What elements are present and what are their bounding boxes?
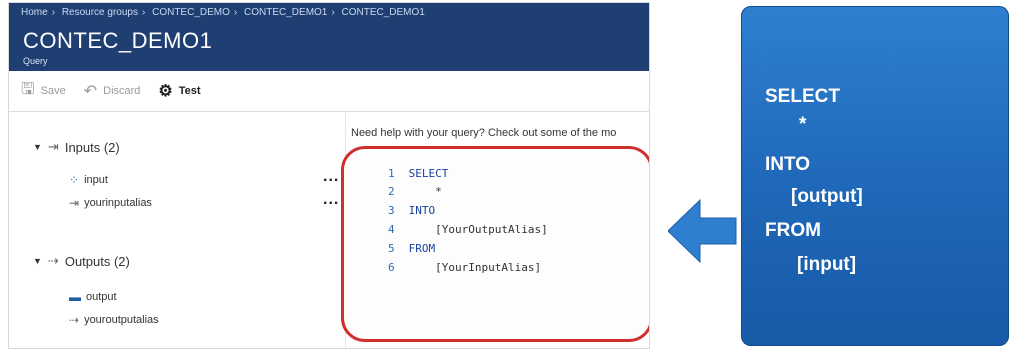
storage-output-icon: ▬ [69,290,81,304]
line-number: 6 [388,261,395,274]
outputs-label: Outputs (2) [64,253,130,269]
breadcrumb-current: CONTEC_DEMO1 [341,7,425,18]
input-more-menu[interactable]: ... [323,168,339,186]
line-number: 4 [388,223,395,236]
card-input: [input] [797,254,857,275]
line-number: 2 [388,185,395,198]
page-title: CONTEC_DEMO1 [23,28,213,53]
help-text[interactable]: Need help with your query? Check out som… [351,127,616,139]
test-button[interactable]: ⚙ Test [158,81,200,101]
discard-icon: ↶ [83,83,98,100]
arrow-left-icon [668,198,737,264]
page-subtitle: Query [23,56,48,66]
code-line: 3 INTO [388,204,435,217]
line-number: 3 [388,204,395,217]
save-button[interactable]: 🖫 Save [21,78,66,105]
input-alias-name: yourinputalias [84,197,152,209]
breadcrumb-home[interactable]: Home [21,7,48,18]
header-bar: Home › Resource groups › CONTEC_DEMO › CONT… [9,3,649,71]
input-item-input[interactable]: ⁘ input [69,173,108,187]
stream-input-icon: ⁘ [69,173,80,187]
code-line: 2 * [388,185,442,198]
output-alias-name: youroutputalias [84,314,159,326]
line-number: 5 [388,242,395,255]
card-star: * [799,114,807,135]
outputs-icon: ⇢ [47,253,59,268]
breadcrumb: Home › Resource groups › CONTEC_DEMO › CONT… [21,7,425,18]
code-text: [YourInputAlias] [408,261,542,274]
output-item-alias[interactable]: ⇢ youroutputalias [69,313,159,327]
save-icon: 🖫 [21,80,35,98]
inputs-group[interactable]: ▼ ⇥ Inputs (2) [33,139,120,155]
code-text: INTO [408,204,436,217]
discard-label: Discard [103,85,141,97]
chevron-down-icon: ▼ [33,256,42,266]
inputs-label: Inputs (2) [64,139,120,155]
inputs-icon: ⇥ [47,139,59,154]
input-name: input [84,174,108,186]
breadcrumb-resource-groups[interactable]: Resource groups [62,7,138,18]
gear-icon: ⚙ [158,83,173,100]
code-line: 4 [YourOutputAlias] [388,223,548,236]
outputs-group[interactable]: ▼ ⇢ Outputs (2) [33,253,130,269]
test-label: Test [178,85,201,97]
output-alias-icon: ⇢ [69,313,80,327]
query-editor-screenshot: Home › Resource groups › CONTEC_DEMO › CONT… [8,2,650,349]
output-item-output[interactable]: ▬ output [69,290,117,304]
breadcrumb-contec-demo1[interactable]: CONTEC_DEMO1 [244,7,327,18]
sql-summary-card: SELECT * INTO [output] FROM [input] [741,6,1009,346]
card-into: INTO [765,154,811,175]
code-line: 6 [YourInputAlias] [388,261,541,274]
card-select: SELECT [765,86,840,107]
code-text: [YourOutputAlias] [408,223,548,236]
code-line: 5 FROM [388,242,435,255]
breadcrumb-contec-demo[interactable]: CONTEC_DEMO [152,7,230,18]
code-text: FROM [408,242,436,255]
card-from: FROM [765,220,821,241]
code-text: * [408,185,442,198]
chevron-down-icon: ▼ [33,142,42,152]
output-name: output [86,291,117,303]
card-output: [output] [791,186,863,207]
code-line: 1 SELECT [388,167,448,180]
toolbar: 🖫 Save ↶ Discard ⚙ Test [9,71,649,112]
input-item-alias[interactable]: ⇥ yourinputalias [69,196,152,210]
input-alias-icon: ⇥ [69,196,80,210]
line-number: 1 [388,167,395,180]
input-alias-more-menu[interactable]: ... [323,191,339,209]
discard-button[interactable]: ↶ Discard [84,81,141,101]
code-text: SELECT [408,167,449,180]
save-label: Save [40,85,66,97]
query-code-editor[interactable]: 1 SELECT 2 * 3 INTO 4 [YourOutputAlias] … [341,146,649,342]
